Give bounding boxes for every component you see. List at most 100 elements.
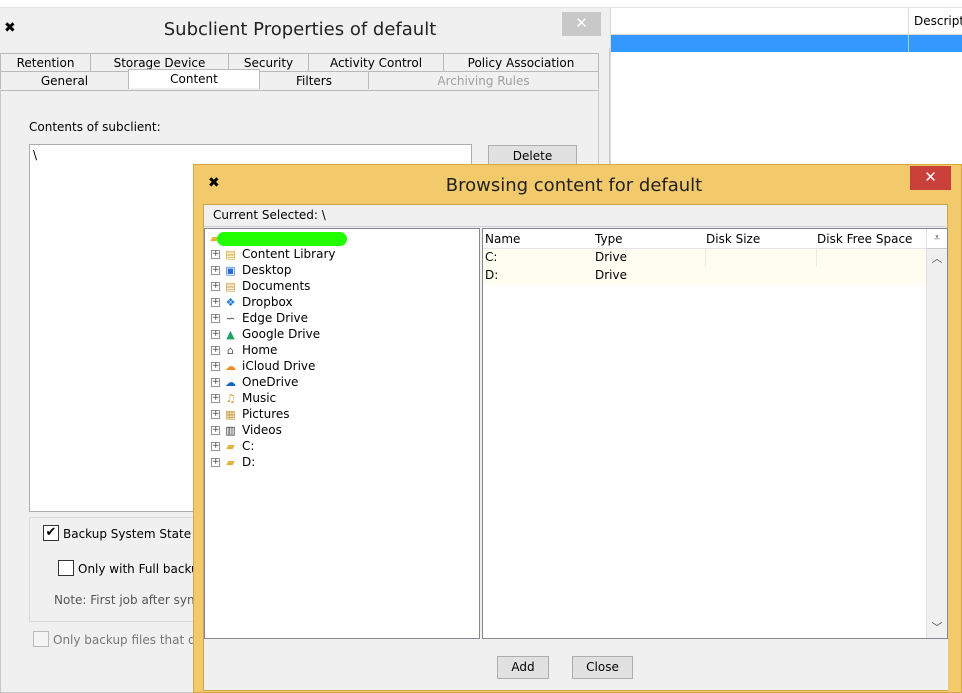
expand-icon[interactable]: + (211, 266, 220, 275)
column-disk-free-header[interactable]: Disk Free Space (817, 232, 912, 246)
tree-node-label: iCloud Drive (242, 359, 316, 373)
subclient-dialog-title: Subclient Properties of default (163, 19, 437, 40)
tree-node[interactable]: + ▣ Desktop (211, 263, 292, 279)
tree-node-label: Edge Drive (242, 311, 309, 325)
expand-icon[interactable]: + (211, 330, 220, 339)
tab-general[interactable]: General (0, 71, 129, 89)
tree-node-label: D: (242, 455, 256, 469)
dropbox-icon: ❖ (225, 295, 236, 309)
tree-node-label: Music (242, 391, 277, 405)
folder-icon: ▰ (226, 455, 235, 469)
tree-node[interactable]: + ▤ Documents (211, 279, 310, 295)
only-backup-files-label: Only backup files that qu (53, 633, 204, 647)
tree-node[interactable]: + ☁ OneDrive (211, 375, 298, 391)
column-name-header[interactable]: Name (485, 232, 520, 246)
tree-node-label: Content Library (242, 247, 336, 261)
tree-node-label: Videos (242, 423, 282, 437)
redacted-root-label (217, 232, 347, 246)
expand-icon[interactable]: + (211, 426, 220, 435)
expand-icon[interactable]: + (211, 298, 220, 307)
tree-node-label: Home (242, 343, 278, 357)
table-row[interactable]: C: Drive (483, 249, 926, 285)
row-type: Drive (595, 268, 627, 282)
only-backup-files-checkbox (33, 631, 49, 647)
column-type-header[interactable]: Type (595, 232, 623, 246)
tree-node[interactable]: + ⌂ Home (211, 343, 277, 359)
tree-node-label: OneDrive (242, 375, 299, 389)
browse-dialog-title: Browsing content for default (445, 175, 703, 196)
row-type: Drive (595, 250, 627, 264)
tree-node[interactable]: + ▰ C: (211, 439, 254, 455)
table-row[interactable]: D: Drive (483, 267, 926, 285)
contents-label: Contents of subclient: (29, 120, 161, 134)
content-item[interactable]: \ (33, 148, 37, 162)
description-column-header[interactable]: Descripti (908, 9, 962, 35)
tree-node[interactable]: + ▲ Google Drive (211, 327, 320, 343)
expand-icon[interactable]: + (211, 362, 220, 371)
google-drive-icon: ▲ (226, 327, 235, 341)
background-top-edge (0, 0, 962, 8)
desktop-icon: ▣ (225, 263, 236, 277)
tree-node[interactable]: + ▥ Videos (211, 423, 282, 439)
grid-header: Name Type Disk Size Disk Free Space (483, 229, 926, 249)
tree-node[interactable]: + ☁ iCloud Drive (211, 359, 315, 375)
tree-node[interactable]: + ▦ Pictures (211, 407, 290, 423)
subclient-close-button[interactable]: ✕ (562, 12, 601, 36)
vertical-scrollbar[interactable]: ⩡ ︿ ﹀ (926, 229, 947, 638)
expand-icon[interactable]: + (211, 346, 220, 355)
tab-content[interactable]: Content (128, 69, 260, 88)
tab-activity-control[interactable]: Activity Control (308, 53, 444, 71)
tree-node[interactable]: + ❖ Dropbox (211, 295, 293, 311)
browse-close-icon[interactable]: ✕ (910, 166, 951, 190)
expand-icon[interactable]: + (211, 458, 220, 467)
folder-tree[interactable]: ▰ + ▤ Content Library + ▣ Desktop + ▤ Documents +… (204, 228, 480, 639)
background-selected-row[interactable] (611, 35, 962, 52)
tree-node-label: Pictures (242, 407, 290, 421)
note-text: Note: First job after synt (54, 593, 200, 607)
music-icon: ♫ (225, 391, 236, 405)
expand-icon[interactable]: + (211, 250, 220, 259)
scroll-up-icon[interactable]: ︿ (927, 250, 947, 268)
tree-node[interactable]: + ♫ Music (211, 391, 276, 407)
row-name: C: (485, 250, 498, 264)
expand-icon[interactable]: + (211, 394, 220, 403)
edge-drive-icon: ∽ (225, 311, 236, 325)
tab-policy-association[interactable]: Policy Association (443, 53, 599, 71)
tab-filters[interactable]: Filters (259, 71, 369, 89)
column-disk-size-header[interactable]: Disk Size (706, 232, 760, 246)
tree-node[interactable]: + ▰ D: (211, 455, 255, 471)
videos-icon: ▥ (225, 423, 236, 437)
tab-archiving-rules: Archiving Rules (368, 71, 599, 89)
only-full-backup-label: Only with Full backu (78, 562, 199, 576)
backup-system-state-checkbox[interactable]: ✔ (43, 525, 59, 541)
tree-node-label: Dropbox (242, 295, 293, 309)
backup-system-state-label: Backup System State (63, 527, 196, 541)
expand-icon[interactable]: + (211, 378, 220, 387)
tree-node-label: Documents (242, 279, 311, 293)
row-name: D: (485, 268, 499, 282)
scroll-down-icon[interactable]: ﹀ (927, 619, 947, 637)
expand-icon[interactable]: + (211, 410, 220, 419)
expand-icon[interactable]: + (211, 282, 220, 291)
tree-node-label: Desktop (242, 263, 292, 277)
onedrive-icon: ☁ (225, 375, 236, 389)
expand-icon[interactable]: + (211, 314, 220, 323)
column-chooser-icon[interactable]: ⩡ (927, 229, 947, 249)
expand-icon[interactable]: + (211, 442, 220, 451)
only-full-backup-checkbox[interactable] (58, 560, 74, 576)
tab-retention[interactable]: Retention (0, 53, 91, 71)
add-button[interactable]: Add (497, 656, 549, 679)
tree-node-label: Google Drive (242, 327, 321, 341)
content-library-icon: ▤ (225, 247, 236, 261)
icloud-drive-icon: ☁ (225, 359, 236, 373)
background-grid-header: Descripti (611, 9, 962, 35)
documents-icon: ▤ (225, 279, 236, 293)
pictures-icon: ▦ (225, 407, 236, 421)
tree-node[interactable]: + ∽ Edge Drive (211, 311, 308, 327)
tree-node[interactable]: + ▤ Content Library (211, 247, 336, 263)
drive-grid[interactable]: Name Type Disk Size Disk Free Space C: D… (482, 228, 948, 639)
subclient-title-bar[interactable]: ✖ Subclient Properties of default (0, 8, 610, 48)
tree-node-label: C: (242, 439, 255, 453)
close-button[interactable]: Close (572, 656, 633, 679)
folder-icon: ▰ (226, 439, 235, 453)
